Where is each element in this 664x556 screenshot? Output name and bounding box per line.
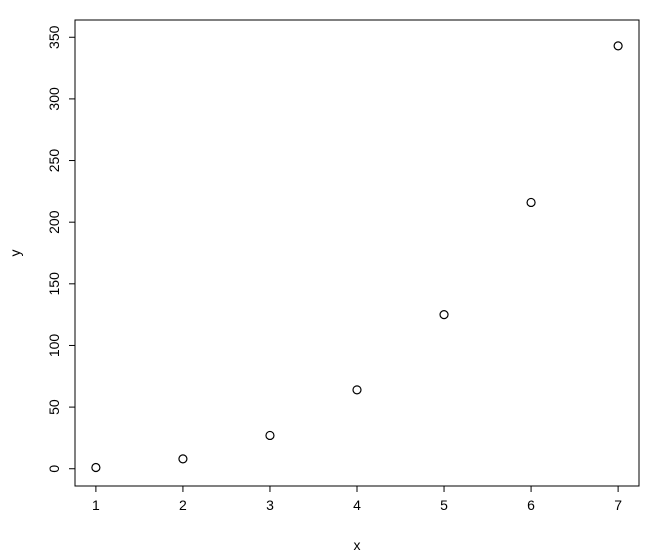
x-tick-label: 6 xyxy=(527,497,535,513)
x-tick-label: 5 xyxy=(440,497,448,513)
y-tick-label: 200 xyxy=(46,210,62,234)
x-tick-label: 3 xyxy=(266,497,274,513)
y-axis-label: y xyxy=(7,250,23,257)
data-point xyxy=(440,311,448,319)
chart-svg: 1 2 3 4 5 6 7 0 50 100 150 200 250 300 350 x y xyxy=(0,0,664,556)
plot-border xyxy=(75,20,639,486)
data-point xyxy=(527,198,535,206)
scatter-chart: 1 2 3 4 5 6 7 0 50 100 150 200 250 300 350 x y xyxy=(0,0,664,556)
y-tick-label: 300 xyxy=(46,87,62,111)
data-point xyxy=(179,455,187,463)
data-point xyxy=(266,431,274,439)
y-tick-label: 0 xyxy=(46,465,62,473)
y-tick-label: 150 xyxy=(46,272,62,296)
x-tick-label: 2 xyxy=(179,497,187,513)
data-point xyxy=(92,464,100,472)
x-tick-label: 4 xyxy=(353,497,361,513)
x-axis-label: x xyxy=(354,537,361,553)
x-tick-label: 7 xyxy=(614,497,622,513)
y-tick-label: 100 xyxy=(46,334,62,358)
y-tick-label: 350 xyxy=(46,25,62,49)
y-tick-label: 50 xyxy=(46,399,62,415)
x-tick-label: 1 xyxy=(92,497,100,513)
data-point xyxy=(353,386,361,394)
data-point xyxy=(614,42,622,50)
y-tick-label: 250 xyxy=(46,149,62,173)
